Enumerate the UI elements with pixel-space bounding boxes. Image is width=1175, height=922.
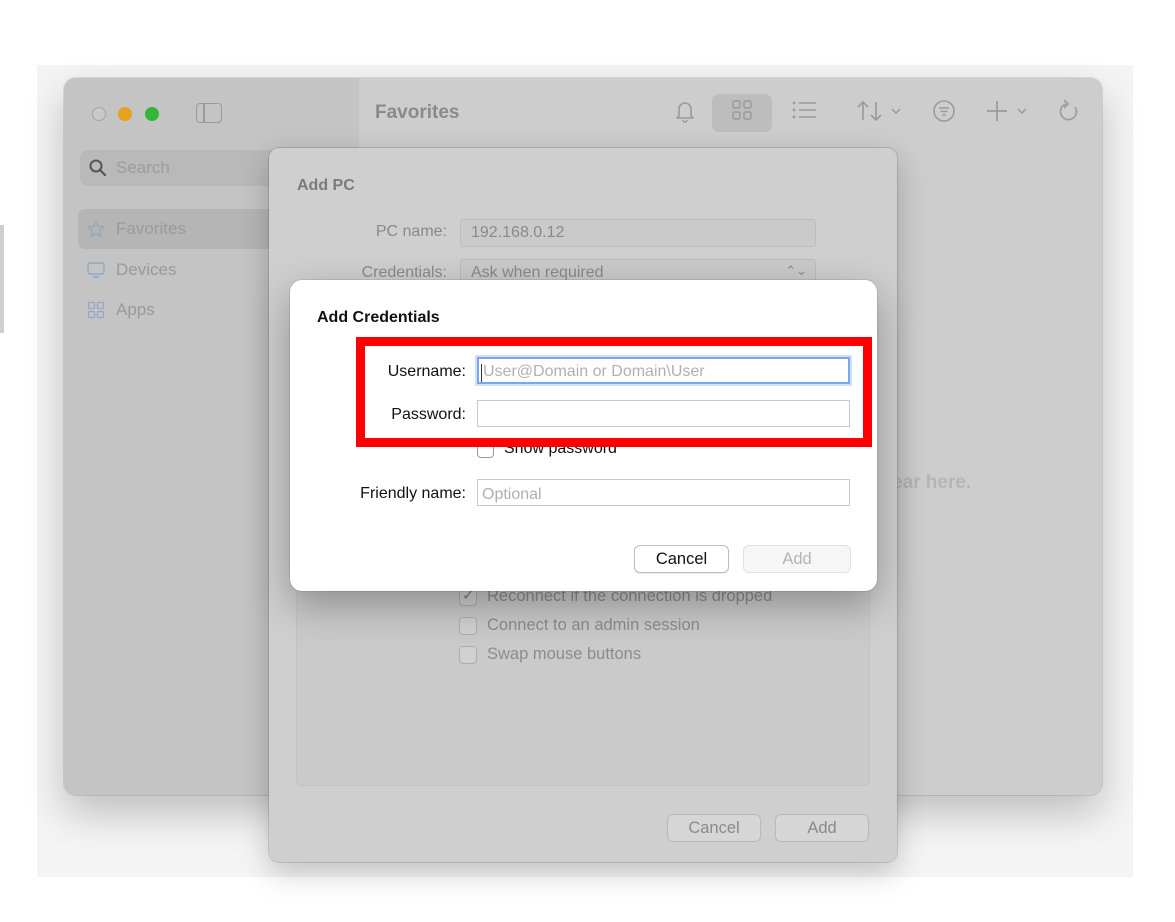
pc-name-label: PC name:: [375, 223, 447, 240]
grid-view-icon[interactable]: [731, 99, 753, 127]
admin-session-checkbox[interactable]: Connect to an admin session: [459, 616, 700, 635]
add-icon[interactable]: [986, 99, 1032, 129]
checkbox-label: Swap mouse buttons: [487, 645, 642, 663]
pc-name-field[interactable]: 192.168.0.12: [460, 219, 816, 247]
window-title: Favorites: [375, 102, 460, 123]
credentials-selected-value: Ask when required: [471, 264, 604, 281]
zoom-window-button[interactable]: [145, 107, 159, 121]
refresh-icon[interactable]: [1058, 99, 1080, 129]
sheet-add-button[interactable]: Add: [775, 814, 869, 842]
monitor-icon: [86, 260, 106, 280]
sort-icon[interactable]: [856, 99, 906, 129]
sidebar-item-label: Favorites: [116, 219, 186, 238]
star-icon: [86, 219, 106, 239]
sidebar-toggle-icon[interactable]: [196, 103, 222, 123]
close-window-button[interactable]: [92, 107, 106, 121]
sidebar-item-label: Apps: [116, 300, 155, 319]
cancel-button[interactable]: Cancel: [634, 545, 729, 573]
sidebar-item-devices[interactable]: Devices: [86, 258, 176, 282]
search-placeholder: Search: [116, 158, 170, 177]
dialog-title: Add Credentials: [317, 309, 440, 326]
sidebar-item-favorites[interactable]: Favorites: [86, 217, 186, 241]
filter-icon[interactable]: [932, 99, 956, 129]
add-button[interactable]: Add: [743, 545, 851, 573]
friendly-name-field[interactable]: [477, 479, 850, 506]
checkbox-icon: [459, 645, 477, 664]
minimize-window-button[interactable]: [118, 107, 132, 121]
list-view-icon[interactable]: [791, 99, 817, 127]
checkbox-icon: [459, 616, 477, 635]
friendly-name-label: Friendly name:: [360, 485, 466, 502]
swap-mouse-checkbox[interactable]: Swap mouse buttons: [459, 645, 641, 664]
sidebar-item-label: Devices: [116, 260, 177, 279]
apps-icon: [86, 300, 106, 320]
sheet-cancel-button[interactable]: Cancel: [667, 814, 761, 842]
sheet-title: Add PC: [297, 177, 355, 194]
checkbox-label: Connect to an admin session: [487, 616, 700, 634]
background-window-edge: [0, 225, 4, 333]
chevron-updown-icon: ⌃⌄: [785, 263, 807, 278]
bell-icon[interactable]: [674, 99, 696, 129]
empty-state-text: ear here.: [892, 472, 972, 493]
search-icon: [89, 159, 107, 177]
sidebar-item-apps[interactable]: Apps: [86, 298, 155, 322]
highlight-box: [356, 337, 872, 447]
